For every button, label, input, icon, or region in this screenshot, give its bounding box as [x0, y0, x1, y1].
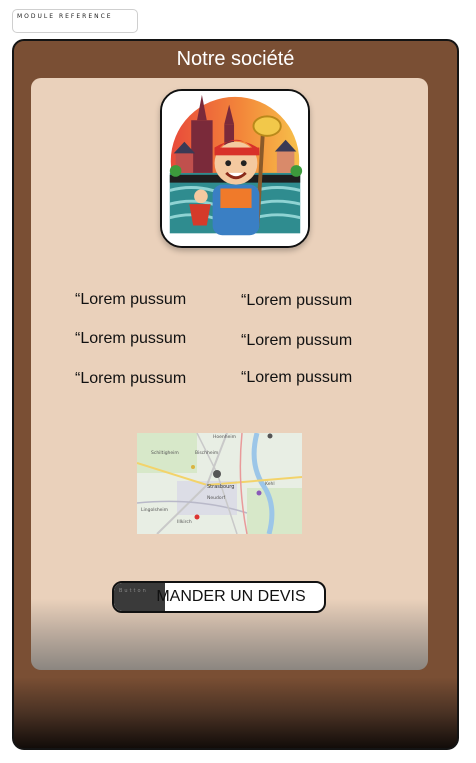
page-title: Notre société — [176, 48, 295, 70]
feature-text: “Lorem pussum — [241, 369, 353, 386]
content-panel: “Lorem pussum “Lorem pussum “Lorem pussu… — [31, 78, 428, 670]
map-label: Hoenheim — [213, 434, 236, 440]
feature-text: “Lorem pussum — [241, 332, 353, 349]
request-quote-button[interactable]: Button MANDER UN DEVIS — [112, 581, 326, 613]
feature-text: “Lorem pussum — [75, 330, 187, 347]
map-label: Lingolsheim — [141, 507, 168, 513]
feature-text: “Lorem pussum — [241, 292, 353, 309]
map-label: Strasbourg — [207, 484, 234, 490]
map-label: Kehl — [265, 481, 275, 487]
map-label: Neudorf — [207, 495, 225, 501]
module-reference-tag: MODULE REFERENCE — [12, 9, 138, 33]
app-frame: Notre société “Lorem pussum “Lorem pussu… — [12, 39, 459, 750]
map-label: Schiltigheim — [151, 450, 179, 456]
feature-text: “Lorem pussum — [75, 370, 187, 387]
map-label: Illkirch — [177, 519, 192, 525]
company-logo-icon — [160, 89, 310, 248]
request-quote-label: MANDER UN DEVIS — [156, 588, 306, 605]
feature-text: “Lorem pussum — [75, 291, 187, 308]
map-label: Bischheim — [195, 450, 218, 456]
location-map-icon[interactable]: Hoenheim Bischheim Schiltigheim Strasbou… — [137, 433, 302, 534]
